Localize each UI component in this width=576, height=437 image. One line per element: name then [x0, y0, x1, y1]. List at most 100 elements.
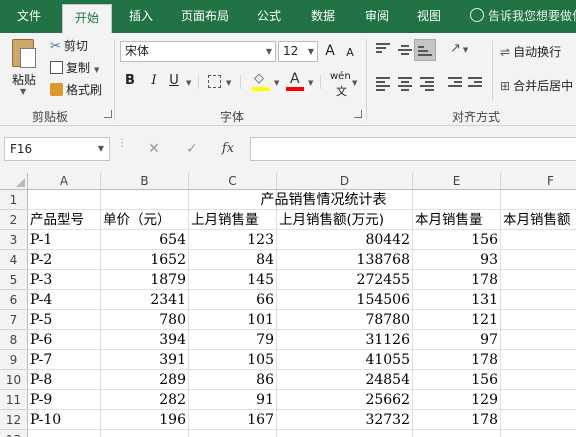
- value-cell[interactable]: 80442: [277, 230, 413, 250]
- cell[interactable]: [501, 250, 576, 270]
- value-cell[interactable]: 121: [413, 310, 501, 330]
- value-cell[interactable]: 84: [189, 250, 277, 270]
- chevron-down-icon[interactable]: ▼: [352, 79, 357, 87]
- spreadsheet-grid[interactable]: ABCDEF12345678910111213产品销售情况统计表产品型号单价（元…: [0, 173, 576, 437]
- orientation-button[interactable]: ↗ ▼: [450, 41, 468, 56]
- paste-button[interactable]: 粘贴 ▼: [4, 35, 44, 99]
- tab-home[interactable]: 开始: [62, 4, 112, 33]
- bold-button[interactable]: B: [120, 71, 140, 91]
- clipboard-launcher-icon[interactable]: [104, 110, 112, 118]
- font-size-select[interactable]: 12 ▼: [278, 41, 318, 62]
- sheet-title[interactable]: 产品销售情况统计表: [28, 190, 501, 210]
- value-cell[interactable]: 105: [189, 350, 277, 370]
- tab-formulas[interactable]: 公式: [246, 0, 292, 33]
- header-cell[interactable]: 本月销售量: [413, 210, 501, 230]
- model-cell[interactable]: P-7: [28, 350, 101, 370]
- tab-review[interactable]: 审阅: [354, 0, 400, 33]
- header-cell[interactable]: 上月销售额(万元): [277, 210, 413, 230]
- row-header-9[interactable]: 9: [0, 350, 28, 370]
- value-cell[interactable]: 31126: [277, 330, 413, 350]
- tab-page-layout[interactable]: 页面布局: [170, 0, 240, 33]
- name-box[interactable]: F16 ▼: [4, 137, 110, 161]
- header-cell[interactable]: 上月销售量: [189, 210, 277, 230]
- cell[interactable]: [501, 430, 576, 437]
- font-color-button[interactable]: A: [286, 71, 304, 93]
- value-cell[interactable]: 391: [101, 350, 189, 370]
- align-top-icon[interactable]: [376, 43, 390, 55]
- tell-me-search[interactable]: 告诉我您想要做什么: [470, 0, 576, 33]
- cell[interactable]: [28, 430, 101, 437]
- value-cell[interactable]: 129: [413, 390, 501, 410]
- cell[interactable]: [501, 370, 576, 390]
- align-left-icon[interactable]: [376, 77, 390, 91]
- value-cell[interactable]: 156: [413, 370, 501, 390]
- format-painter-button[interactable]: 格式刷: [50, 81, 102, 98]
- borders-button[interactable]: [208, 75, 221, 88]
- cell[interactable]: [501, 410, 576, 430]
- row-header-11[interactable]: 11: [0, 390, 28, 410]
- model-cell[interactable]: P-3: [28, 270, 101, 290]
- cell[interactable]: [277, 430, 413, 437]
- copy-button[interactable]: 复制 ▼: [50, 59, 99, 76]
- value-cell[interactable]: 93: [413, 250, 501, 270]
- value-cell[interactable]: 25662: [277, 390, 413, 410]
- value-cell[interactable]: 24854: [277, 370, 413, 390]
- row-header-5[interactable]: 5: [0, 270, 28, 290]
- value-cell[interactable]: 91: [189, 390, 277, 410]
- font-name-select[interactable]: 宋体 ▼: [120, 41, 276, 62]
- model-cell[interactable]: P-4: [28, 290, 101, 310]
- value-cell[interactable]: 780: [101, 310, 189, 330]
- cell[interactable]: [501, 190, 576, 210]
- value-cell[interactable]: 66: [189, 290, 277, 310]
- fill-color-button[interactable]: ◇: [252, 71, 270, 93]
- cell[interactable]: [501, 350, 576, 370]
- value-cell[interactable]: 654: [101, 230, 189, 250]
- cell[interactable]: [501, 310, 576, 330]
- row-header-8[interactable]: 8: [0, 330, 28, 350]
- model-cell[interactable]: P-5: [28, 310, 101, 330]
- cell[interactable]: [501, 290, 576, 310]
- cell[interactable]: [501, 270, 576, 290]
- align-right-icon[interactable]: [420, 77, 434, 91]
- model-cell[interactable]: P-9: [28, 390, 101, 410]
- model-cell[interactable]: P-2: [28, 250, 101, 270]
- row-header-7[interactable]: 7: [0, 310, 28, 330]
- value-cell[interactable]: 101: [189, 310, 277, 330]
- value-cell[interactable]: 272455: [277, 270, 413, 290]
- column-header-e[interactable]: E: [413, 173, 501, 190]
- cell[interactable]: [501, 230, 576, 250]
- chevron-down-icon[interactable]: ▼: [186, 79, 191, 87]
- align-center-icon[interactable]: [398, 77, 412, 91]
- tab-file[interactable]: 文件: [0, 0, 58, 33]
- phonetic-button[interactable]: wén: [330, 71, 351, 82]
- row-header-1[interactable]: 1: [0, 190, 28, 210]
- model-cell[interactable]: P-8: [28, 370, 101, 390]
- value-cell[interactable]: 394: [101, 330, 189, 350]
- value-cell[interactable]: 178: [413, 270, 501, 290]
- row-header-12[interactable]: 12: [0, 410, 28, 430]
- value-cell[interactable]: 86: [189, 370, 277, 390]
- column-header-f[interactable]: F: [501, 173, 576, 190]
- value-cell[interactable]: 97: [413, 330, 501, 350]
- value-cell[interactable]: 123: [189, 230, 277, 250]
- chevron-down-icon[interactable]: ▼: [226, 79, 231, 87]
- value-cell[interactable]: 41055: [277, 350, 413, 370]
- value-cell[interactable]: 145: [189, 270, 277, 290]
- value-cell[interactable]: 79: [189, 330, 277, 350]
- grow-font-button[interactable]: A: [320, 41, 340, 61]
- model-cell[interactable]: P-10: [28, 410, 101, 430]
- italic-button[interactable]: I: [144, 71, 164, 91]
- decrease-indent-icon[interactable]: [448, 77, 462, 89]
- value-cell[interactable]: 1652: [101, 250, 189, 270]
- cell[interactable]: [413, 430, 501, 437]
- header-cell[interactable]: 单价（元）: [101, 210, 189, 230]
- tab-view[interactable]: 视图: [406, 0, 452, 33]
- model-cell[interactable]: P-6: [28, 330, 101, 350]
- shrink-font-button[interactable]: A: [340, 43, 360, 63]
- column-header-d[interactable]: D: [277, 173, 413, 190]
- model-cell[interactable]: P-1: [28, 230, 101, 250]
- cell[interactable]: [101, 430, 189, 437]
- formula-input[interactable]: [250, 137, 576, 161]
- formula-bar-grip[interactable]: ⋮: [117, 139, 127, 156]
- value-cell[interactable]: 131: [413, 290, 501, 310]
